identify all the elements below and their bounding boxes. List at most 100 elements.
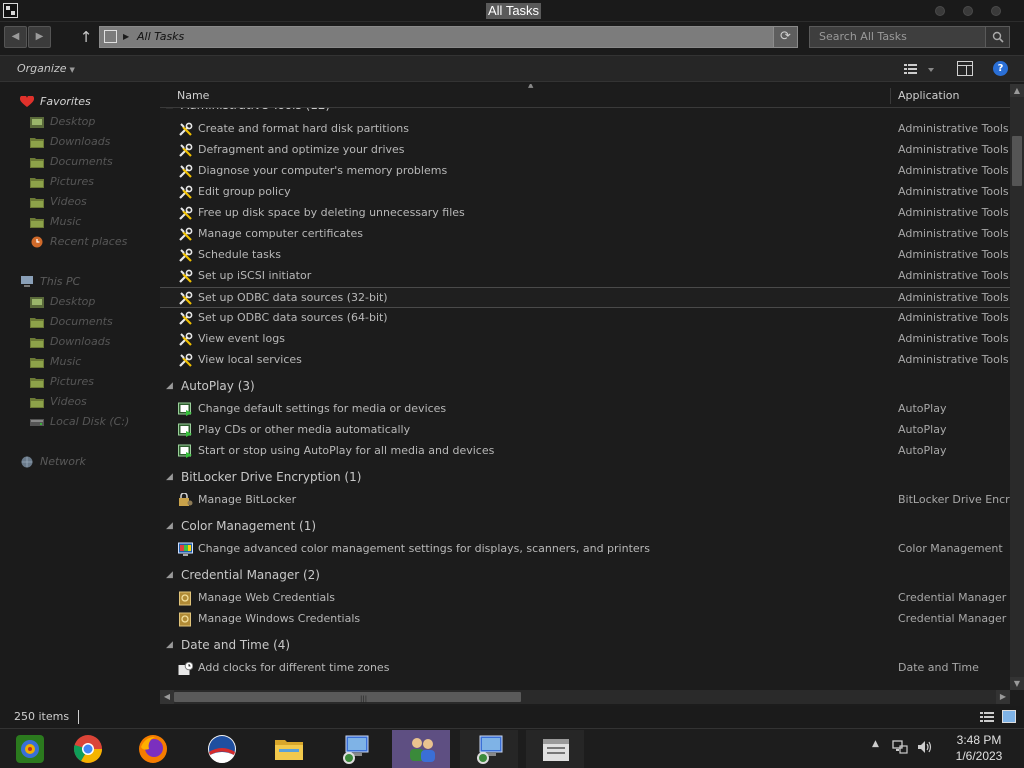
task-row[interactable]: Set up ODBC data sources (32-bit) Adminis… (160, 287, 1010, 308)
breadcrumb-arrow-icon[interactable]: ▶ (123, 30, 129, 44)
task-row[interactable]: Create and format hard disk partitions Ad… (160, 119, 1010, 140)
task-row[interactable]: Change advanced color management setting… (160, 539, 1010, 560)
horizontal-scroll-thumb[interactable]: ||| (174, 692, 521, 703)
taskbar-app-control-panel[interactable] (0, 730, 58, 768)
chevron-down-icon[interactable]: ◢ (166, 472, 173, 482)
task-row[interactable]: Set up ODBC data sources (64-bit) Adminis… (160, 308, 1010, 329)
taskbar-app-network-setup[interactable] (460, 730, 518, 768)
task-application: Administrative Tools (898, 353, 1009, 366)
volume-icon[interactable] (916, 739, 934, 755)
folder-icon (30, 316, 44, 328)
group-header[interactable]: ◢ Date and Time (4) (160, 634, 1010, 658)
local-disk-icon (30, 416, 44, 428)
search-button[interactable] (985, 27, 1009, 47)
chevron-down-icon: ▼ (69, 66, 75, 74)
scroll-right-arrow-icon[interactable]: ▶ (996, 690, 1010, 704)
network-status-icon[interactable] (892, 739, 908, 755)
tools-icon (178, 291, 193, 306)
chevron-down-icon[interactable]: ◢ (166, 381, 173, 391)
task-name: Diagnose your computer's memory problems (198, 164, 448, 177)
refresh-icon[interactable]: ⟳ (773, 27, 797, 47)
taskbar-clock[interactable]: 3:48 PM 1/6/2023 (948, 732, 1010, 764)
scroll-left-arrow-icon[interactable]: ◀ (160, 690, 174, 704)
folder-icon (30, 136, 44, 148)
tools-icon (178, 206, 193, 221)
tools-icon (178, 311, 193, 326)
task-row[interactable]: Start or stop using AutoPlay for all med… (160, 441, 1010, 462)
large-icons-view-toggle-icon[interactable] (1002, 710, 1016, 723)
group-header[interactable]: ◢ AutoPlay (3) (160, 375, 1010, 399)
folder-icon (30, 336, 44, 348)
nav-item-label: Local Disk (C:) (50, 415, 130, 428)
minimize-button[interactable] (935, 6, 945, 16)
task-name: Change default settings for media or dev… (198, 402, 447, 415)
task-row[interactable]: View event logs Administrative Tools (160, 329, 1010, 350)
search-icon (992, 31, 1004, 43)
window-app-icon[interactable] (3, 3, 18, 18)
vertical-scrollbar[interactable]: ▲ ▼ (1010, 84, 1024, 690)
file-explorer-icon (273, 733, 305, 765)
task-row[interactable]: Manage Windows Credentials Credential Man… (160, 609, 1010, 630)
taskbar-app-network-setup[interactable] (326, 730, 384, 768)
breadcrumb-current[interactable]: All Tasks (137, 29, 184, 45)
change-view-button[interactable] (904, 62, 938, 76)
taskbar-app-obama-logo[interactable] (192, 730, 250, 768)
group-header[interactable]: ◢ Credential Manager (2) (160, 564, 1010, 588)
taskbar-app-chrome[interactable] (58, 730, 116, 768)
taskbar-app-file-explorer[interactable] (259, 730, 317, 768)
search-input[interactable]: Search All Tasks (809, 26, 1010, 48)
scroll-down-arrow-icon[interactable]: ▼ (1010, 677, 1024, 690)
taskbar-app-users[interactable] (392, 730, 450, 768)
task-row[interactable]: Manage computer certificates Administrati… (160, 224, 1010, 245)
back-button[interactable]: ◀ (4, 26, 27, 48)
task-application: Administrative Tools (898, 311, 1009, 324)
task-row[interactable]: View local services Administrative Tools (160, 350, 1010, 371)
column-header-application[interactable]: Application (898, 89, 959, 102)
preview-pane-icon[interactable] (957, 61, 973, 76)
scroll-up-arrow-icon[interactable]: ▲ (1010, 84, 1024, 97)
help-icon[interactable]: ? (993, 61, 1008, 76)
maximize-button[interactable] (963, 6, 973, 16)
task-row[interactable]: Add clocks for different time zones Date … (160, 658, 1010, 679)
column-divider[interactable] (890, 88, 891, 104)
control-panel-icon (14, 733, 46, 765)
vertical-scroll-thumb[interactable] (1012, 136, 1022, 186)
task-name: Set up iSCSI initiator (198, 269, 312, 282)
chevron-down-icon[interactable]: ◢ (166, 640, 173, 650)
organize-button[interactable]: Organize ▼ (17, 62, 75, 75)
task-row[interactable]: Edit group policy Administrative Tools (160, 182, 1010, 203)
task-row[interactable]: Manage Web Credentials Credential Manager (160, 588, 1010, 609)
address-bar[interactable]: ▶ All Tasks ⟳ (99, 26, 798, 48)
close-button[interactable] (991, 6, 1001, 16)
task-application: AutoPlay (898, 444, 947, 457)
task-row[interactable]: Manage BitLocker BitLocker Drive Encry (160, 490, 1016, 511)
tools-icon (178, 164, 193, 179)
color-monitor-icon (178, 542, 193, 557)
task-row[interactable]: Diagnose your computer's memory problems… (160, 161, 1010, 182)
computer-icon (21, 276, 33, 287)
column-header-name[interactable]: Name (177, 89, 209, 102)
show-hidden-icons-icon[interactable]: ▲ (872, 739, 879, 749)
task-row[interactable]: Change default settings for media or dev… (160, 399, 1010, 420)
task-application: Administrative Tools (898, 332, 1009, 345)
taskbar-app-firefox[interactable] (123, 730, 181, 768)
chevron-down-icon[interactable]: ◢ (166, 570, 173, 580)
group-header[interactable]: ◢ Color Management (1) (160, 515, 1010, 539)
task-application: Administrative Tools (898, 122, 1009, 135)
taskbar-app-archive[interactable] (526, 730, 584, 768)
details-view-toggle-icon[interactable] (980, 711, 994, 723)
folder-icon (30, 176, 44, 188)
task-row[interactable]: Defragment and optimize your drives Admin… (160, 140, 1010, 161)
forward-button[interactable]: ▶ (28, 26, 51, 48)
task-row[interactable]: Free up disk space by deleting unnecessa… (160, 203, 1010, 224)
horizontal-scrollbar[interactable]: ◀ ||| ▶ (160, 690, 1010, 704)
task-row[interactable]: Schedule tasks Administrative Tools (160, 245, 1010, 266)
chevron-down-icon[interactable]: ◢ (166, 521, 173, 531)
tools-icon (178, 248, 193, 263)
group-header[interactable]: ◢ BitLocker Drive Encryption (1) (160, 466, 1010, 490)
task-application: BitLocker Drive Encry (898, 493, 1017, 506)
task-row[interactable]: Play CDs or other media automatically Aut… (160, 420, 1010, 441)
up-arrow-icon[interactable]: ↑ (77, 28, 95, 46)
task-row[interactable]: Set up iSCSI initiator Administrative Too… (160, 266, 1010, 287)
nav-item-label: Desktop (50, 295, 96, 308)
